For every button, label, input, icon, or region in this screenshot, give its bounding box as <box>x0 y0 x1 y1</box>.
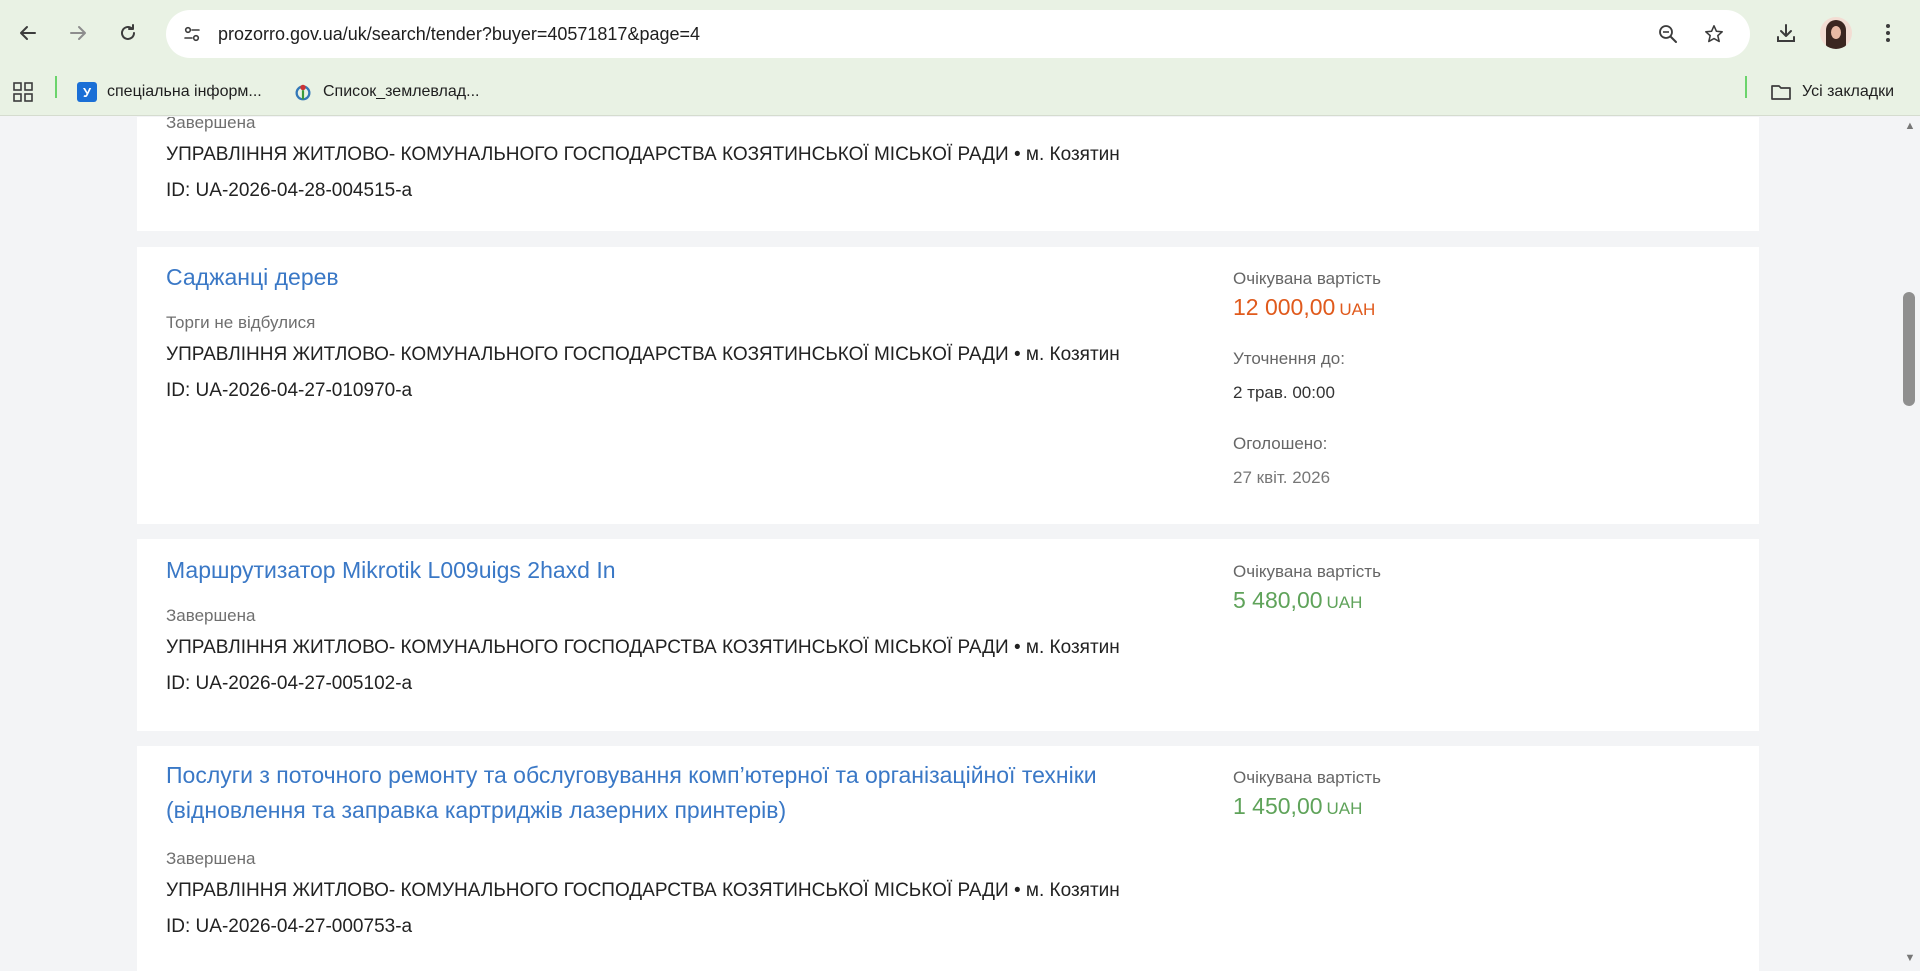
profile-avatar[interactable] <box>1820 17 1852 49</box>
bookmark-land-list[interactable]: Список_землевлад... <box>293 80 479 104</box>
page-content: Завершена УПРАВЛІННЯ ЖИТЛОВО- КОМУНАЛЬНО… <box>0 117 1920 971</box>
currency: UAH <box>1339 300 1376 319</box>
downloads-button[interactable] <box>1768 15 1804 51</box>
tender-title-link[interactable]: Послуги з поточного ремонту та обслугову… <box>166 758 1097 793</box>
amount-number: 1 450,00 <box>1233 793 1323 819</box>
forward-arrow-icon <box>70 26 86 40</box>
expected-value-amount: 1 450,00 UAH <box>1233 793 1362 820</box>
expected-value-amount: 12 000,00 UAH <box>1233 294 1375 321</box>
folder-icon <box>1771 85 1791 100</box>
tender-card: Послуги з поточного ремонту та обслугову… <box>137 746 1759 971</box>
reload-button[interactable] <box>110 15 146 51</box>
apps-button[interactable] <box>12 80 34 104</box>
tender-card: Маршрутизатор Mikrotik L009uigs 2haxd In… <box>137 539 1759 731</box>
tender-title-link[interactable]: Саджанці дерев <box>166 260 339 295</box>
scrollbar-thumb[interactable] <box>1903 292 1915 406</box>
scroll-up-arrow-icon[interactable]: ▲ <box>1902 119 1918 133</box>
expected-value-label: Очікувана вартість <box>1233 269 1381 288</box>
forward-button[interactable] <box>60 15 96 51</box>
u-letter-icon: У <box>77 82 97 102</box>
expected-value-label: Очікувана вартість <box>1233 768 1381 787</box>
tender-id: ID: UA-2026-04-27-010970-a <box>166 380 413 401</box>
expected-value-label: Очікувана вартість <box>1233 562 1381 581</box>
reload-icon <box>121 24 135 40</box>
bookmark-label: Список_землевлад... <box>323 83 480 100</box>
currency: UAH <box>1326 593 1363 612</box>
tender-organization: УПРАВЛІННЯ ЖИТЛОВО- КОМУНАЛЬНОГО ГОСПОДА… <box>166 344 1120 365</box>
currency: UAH <box>1326 799 1363 818</box>
clarification-label: Уточнення до: <box>1233 349 1345 368</box>
scroll-down-arrow-icon[interactable]: ▼ <box>1902 951 1918 965</box>
tender-organization: УПРАВЛІННЯ ЖИТЛОВО- КОМУНАЛЬНОГО ГОСПОДА… <box>166 637 1120 658</box>
bookmark-star-icon[interactable] <box>1704 24 1724 44</box>
tender-id: ID: UA-2026-04-27-005102-a <box>166 673 413 694</box>
bookmark-special-info[interactable]: У спеціальна інформ... <box>77 80 262 104</box>
tender-organization: УПРАВЛІННЯ ЖИТЛОВО- КОМУНАЛЬНОГО ГОСПОДА… <box>166 144 1120 165</box>
tender-title-link[interactable]: Маршрутизатор Mikrotik L009uigs 2haxd In <box>166 553 616 588</box>
tender-status: Завершена <box>166 849 256 868</box>
apps-grid-icon <box>13 82 33 102</box>
browser-toolbar: prozorro.gov.ua/uk/search/tender?buyer=4… <box>0 0 1920 68</box>
tender-id: ID: UA-2026-04-27-000753-a <box>166 916 413 937</box>
announced-value: 27 квіт. 2026 <box>1233 468 1331 487</box>
back-arrow-icon <box>20 26 36 40</box>
bookmark-label: спеціальна інформ... <box>107 83 262 100</box>
tender-status: Завершена <box>166 117 256 132</box>
tender-card: Завершена УПРАВЛІННЯ ЖИТЛОВО- КОМУНАЛЬНО… <box>137 117 1759 231</box>
all-bookmarks-label: Усі закладки <box>1802 83 1895 100</box>
bookmark-divider <box>1745 76 1747 98</box>
amount-number: 12 000,00 <box>1233 294 1336 320</box>
tender-status: Завершена <box>166 606 256 625</box>
download-icon <box>1777 24 1795 42</box>
back-button[interactable] <box>10 15 46 51</box>
tender-organization: УПРАВЛІННЯ ЖИТЛОВО- КОМУНАЛЬНОГО ГОСПОДА… <box>166 880 1120 901</box>
menu-button[interactable] <box>1870 15 1906 51</box>
wikimedia-icon <box>293 82 313 102</box>
all-bookmarks-button[interactable]: Усі закладки <box>1770 80 1894 104</box>
announced-label: Оголошено: <box>1233 434 1328 453</box>
amount-number: 5 480,00 <box>1233 587 1323 613</box>
address-bar[interactable]: prozorro.gov.ua/uk/search/tender?buyer=4… <box>166 10 1750 58</box>
kebab-menu-icon <box>1886 24 1890 42</box>
site-info-icon[interactable] <box>182 24 202 44</box>
tender-title-link-line2[interactable]: (відновлення та заправка картриджів лазе… <box>166 793 786 828</box>
expected-value-amount: 5 480,00 UAH <box>1233 587 1362 614</box>
bookmark-divider <box>55 76 57 98</box>
tender-card: Саджанці дерев Торги не відбулися УПРАВЛ… <box>137 247 1759 524</box>
bookmarks-bar: У спеціальна інформ... Список_землевлад.… <box>0 68 1920 116</box>
tender-status: Торги не відбулися <box>166 313 316 332</box>
tender-id: ID: UA-2026-04-28-004515-a <box>166 180 413 201</box>
url-text[interactable]: prozorro.gov.ua/uk/search/tender?buyer=4… <box>218 10 700 58</box>
page-scrollbar[interactable] <box>1900 117 1920 971</box>
clarification-value: 2 трав. 00:00 <box>1233 383 1335 402</box>
zoom-icon[interactable] <box>1658 24 1678 44</box>
